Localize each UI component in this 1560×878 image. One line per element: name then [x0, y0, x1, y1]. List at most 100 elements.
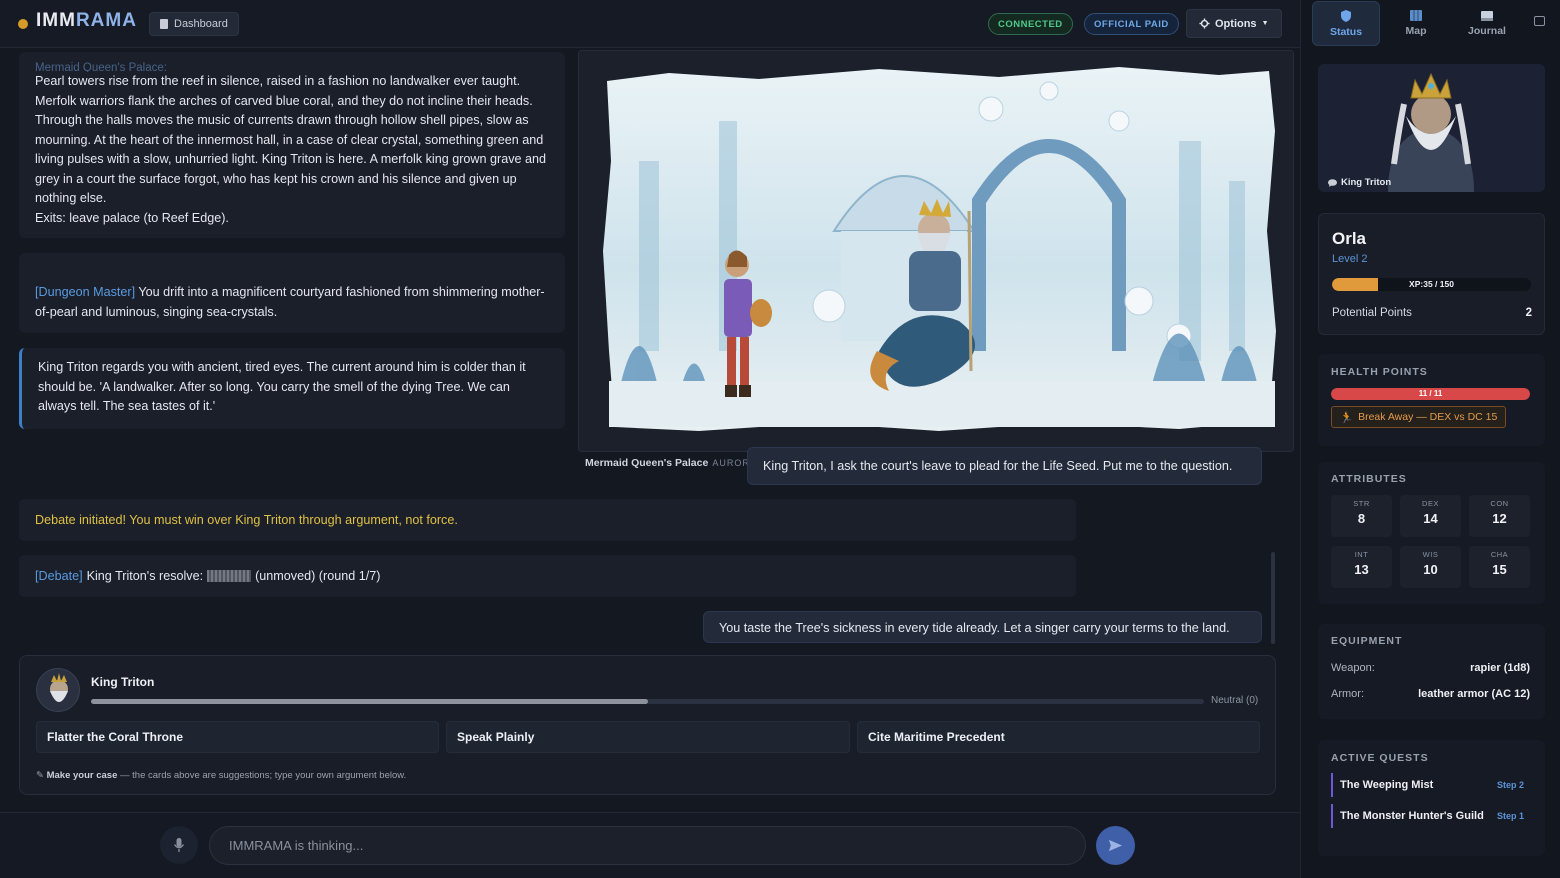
quest-step: Step 1 — [1496, 811, 1524, 821]
dashboard-button[interactable]: Dashboard — [149, 12, 239, 36]
npc-message: King Triton regards you with ancient, ti… — [19, 348, 565, 429]
room-exits-text: Exits: leave palace (to Reef Edge). — [35, 210, 229, 225]
right-sidebar: Status Map Journal King Triton Orla Leve… — [1300, 0, 1560, 878]
tab-status[interactable]: Status — [1312, 1, 1380, 46]
debate-progress-fill — [91, 699, 648, 704]
scene-caption: Mermaid Queen's Palace AURORAE — [585, 457, 764, 469]
quests-panel: ACTIVE QUESTS The Weeping Mist Step 2 Th… — [1318, 740, 1545, 856]
health-title: HEALTH POINTS — [1331, 366, 1428, 378]
portrait-label-text: King Triton — [1341, 177, 1392, 188]
send-button[interactable] — [1096, 826, 1135, 865]
chat-input[interactable] — [209, 826, 1086, 865]
scene-caption-title: Mermaid Queen's Palace — [585, 457, 709, 469]
app-logo[interactable]: IMMRAMA — [18, 10, 137, 32]
attribute-dex: DEX 14 — [1400, 495, 1461, 537]
debate-hint-bold: Make your case — [46, 770, 118, 781]
quests-title: ACTIVE QUESTS — [1331, 752, 1429, 764]
quest-name: The Weeping Mist — [1340, 779, 1434, 791]
running-figure-icon: 🏃 — [1340, 411, 1354, 424]
character-level: Level 2 — [1332, 253, 1368, 265]
room-description-message: Mermaid Queen's Palace: Pearl towers ris… — [19, 52, 565, 238]
weapon-value: rapier (1d8) — [1470, 662, 1530, 674]
resolve-meter — [207, 570, 252, 582]
attribute-str: STR 8 — [1331, 495, 1392, 537]
logo-text-main: IMM — [36, 10, 76, 31]
suggestion-card[interactable]: Speak Plainly — [446, 721, 850, 753]
equipment-title: EQUIPMENT — [1331, 635, 1403, 647]
debate-resolve-suffix: (unmoved) (round 1/7) — [255, 569, 381, 583]
book-icon — [1481, 10, 1493, 21]
scene-image — [579, 51, 1293, 451]
hp-bar: 11 / 11 — [1331, 388, 1530, 400]
scene-illustration[interactable] — [578, 50, 1294, 452]
npc-text: King Triton regards you with ancient, ti… — [38, 360, 526, 413]
npc-portrait: King Triton — [1318, 64, 1545, 192]
weapon-row: Weapon: rapier (1d8) — [1331, 662, 1530, 674]
suggestion-card[interactable]: Cite Maritime Precedent — [857, 721, 1260, 753]
dm-message: [Dungeon Master] You drift into a magnif… — [19, 253, 565, 333]
equipment-panel: EQUIPMENT Weapon: rapier (1d8) Armor: le… — [1318, 624, 1545, 719]
popout-icon[interactable] — [1534, 16, 1545, 26]
pencil-icon: ✎ — [36, 770, 44, 781]
debate-panel: King Triton Neutral (0) Flatter the Cora… — [19, 655, 1276, 795]
connected-badge: CONNECTED — [988, 13, 1073, 35]
attributes-title: ATTRIBUTES — [1331, 473, 1407, 485]
options-button[interactable]: Options ▼ — [1186, 9, 1282, 38]
logo-dot-icon — [18, 18, 28, 29]
room-title: Mermaid Queen's Palace: — [35, 62, 167, 72]
tab-journal-label: Journal — [1468, 24, 1506, 37]
attribute-wis: WIS 10 — [1400, 546, 1461, 588]
shield-icon — [1341, 9, 1351, 22]
character-panel: Orla Level 2 XP:35 / 150 Potential Point… — [1318, 213, 1545, 335]
tab-map[interactable]: Map — [1382, 1, 1450, 46]
xp-text: XP:35 / 150 — [1409, 279, 1454, 289]
hp-text: 11 / 11 — [1418, 389, 1443, 398]
quest-item[interactable]: The Monster Hunter's Guild Step 1 — [1331, 804, 1530, 828]
gear-icon — [1199, 18, 1210, 29]
armor-row: Armor: leather armor (AC 12) — [1331, 688, 1530, 700]
user-message: King Triton, I ask the court's leave to … — [747, 447, 1262, 485]
logo-text-accent: RAMA — [75, 10, 137, 31]
potential-points-value: 2 — [1525, 307, 1532, 319]
map-icon — [1410, 10, 1422, 21]
official-paid-badge: OFFICIAL PAID — [1084, 13, 1179, 35]
armor-value: leather armor (AC 12) — [1418, 688, 1530, 700]
chevron-down-icon: ▼ — [1261, 20, 1269, 27]
tab-status-label: Status — [1329, 25, 1363, 38]
microphone-icon — [173, 838, 185, 852]
microphone-button[interactable] — [160, 826, 198, 864]
send-icon — [1108, 839, 1123, 852]
armor-label: Armor: — [1331, 688, 1364, 700]
debate-initiated-message: Debate initiated! You must win over King… — [19, 499, 1076, 541]
dm-tag: [Dungeon Master] — [35, 285, 136, 299]
character-name: Orla — [1332, 229, 1367, 248]
attributes-panel: ATTRIBUTES STR 8 DEX 14 CON 12 INT 13 WIS 10 … — [1318, 462, 1545, 604]
speech-bubble-icon — [1328, 178, 1337, 187]
quest-item[interactable]: The Weeping Mist Step 2 — [1331, 773, 1530, 797]
xp-bar: XP:35 / 150 — [1332, 278, 1531, 291]
debate-status: Neutral (0) — [1211, 695, 1259, 706]
room-description-text: Pearl towers rise from the reef in silen… — [35, 74, 547, 205]
user-message-text: You taste the Tree's sickness in every t… — [719, 621, 1230, 635]
quest-step: Step 2 — [1496, 780, 1524, 790]
debate-hint-text: — the cards above are suggestions; type … — [117, 770, 407, 781]
npc-avatar — [36, 668, 80, 712]
break-away-label: Break Away — DEX vs DC 15 — [1358, 411, 1498, 423]
dashboard-label: Dashboard — [174, 18, 228, 30]
debate-tag: [Debate] — [35, 569, 83, 583]
weapon-label: Weapon: — [1331, 662, 1375, 674]
debate-resolve-message: [Debate] King Triton's resolve: (unmoved… — [19, 555, 1076, 597]
attribute-con: CON 12 — [1469, 495, 1530, 537]
debate-npc-name: King Triton — [91, 675, 155, 689]
attribute-int: INT 13 — [1331, 546, 1392, 588]
debate-progress-track — [91, 699, 1204, 704]
break-away-button[interactable]: 🏃 Break Away — DEX vs DC 15 — [1331, 406, 1507, 428]
attribute-cha: CHA 15 — [1469, 546, 1530, 588]
suggestion-card[interactable]: Flatter the Coral Throne — [36, 721, 439, 753]
debate-resolve-prefix: King Triton's resolve: — [86, 569, 204, 583]
chat-scrollbar[interactable] — [1271, 552, 1275, 644]
tab-journal[interactable]: Journal — [1453, 1, 1521, 46]
debate-initiated-text: Debate initiated! You must win over King… — [35, 513, 458, 527]
portrait-image — [1318, 64, 1545, 192]
quest-name: The Monster Hunter's Guild — [1340, 810, 1484, 822]
